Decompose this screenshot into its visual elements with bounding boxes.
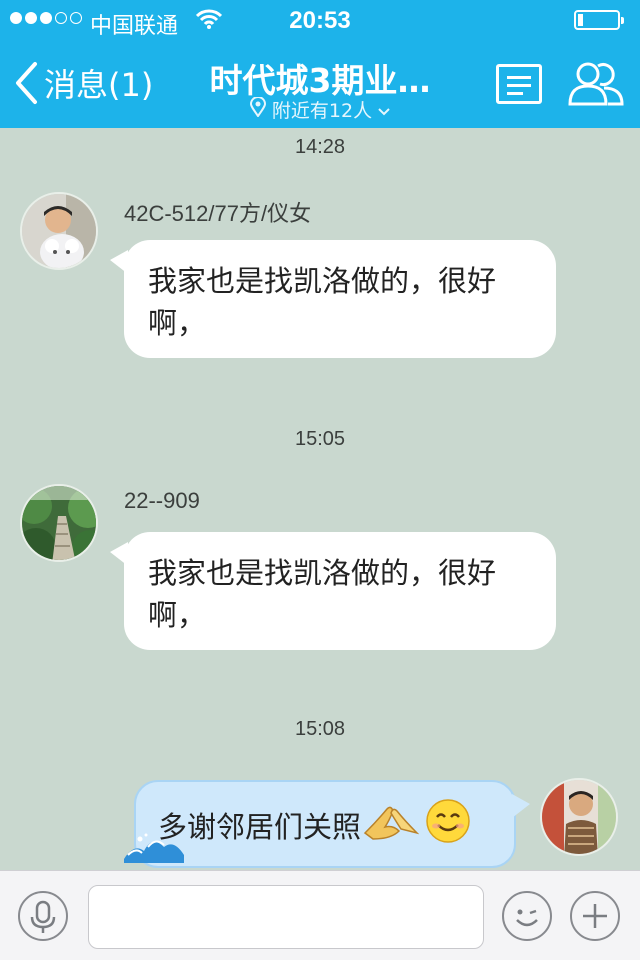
message-text: 多谢邻居们关照 bbox=[158, 809, 362, 844]
microphone-icon[interactable] bbox=[18, 891, 68, 941]
chevron-down-icon bbox=[378, 99, 390, 121]
avatar[interactable] bbox=[20, 484, 98, 562]
input-bar bbox=[0, 870, 640, 960]
message-text-line: 我家也是找凯洛做的，很好 bbox=[148, 264, 497, 298]
status-bar: 中国联通 20:53 bbox=[0, 0, 640, 40]
plus-icon[interactable] bbox=[570, 891, 620, 941]
battery-icon bbox=[574, 10, 624, 30]
wave-bubble-decoration-icon bbox=[124, 829, 184, 870]
group-people-icon[interactable] bbox=[568, 60, 624, 112]
message-bubble[interactable]: 我家也是找凯洛做的，很好 啊， bbox=[110, 532, 556, 650]
message-bubble-own[interactable]: 多谢邻居们关照 bbox=[124, 780, 530, 868]
chat-title[interactable]: 时代城3期业… bbox=[0, 54, 640, 102]
message-input[interactable] bbox=[88, 885, 484, 949]
smiling-face-emoji bbox=[425, 798, 471, 855]
palms-together-emoji bbox=[363, 801, 420, 852]
message-text-line: 啊， bbox=[148, 598, 207, 632]
sender-name: 42C-512/77方/仪女 bbox=[124, 201, 312, 226]
status-time: 20:53 bbox=[289, 7, 351, 34]
avatar[interactable] bbox=[540, 778, 618, 856]
location-pin-icon bbox=[249, 96, 266, 122]
nav-bar: 消息(1) 时代城3期业… 附近有12人 bbox=[0, 40, 640, 128]
smiley-icon[interactable] bbox=[502, 891, 552, 941]
message-text-line: 啊， bbox=[148, 306, 207, 340]
nearby-indicator[interactable]: 附近有12人 bbox=[0, 96, 640, 123]
avatar[interactable] bbox=[20, 192, 98, 270]
message-timestamp: 15:05 bbox=[294, 428, 346, 450]
chat-area[interactable]: 14:28 42C-512/77方/仪女 我家也是找凯洛做的，很好 啊， 15:… bbox=[0, 128, 640, 870]
sender-name: 22--909 bbox=[124, 488, 200, 513]
message-bubble[interactable]: 我家也是找凯洛做的，很好 啊， bbox=[110, 240, 556, 358]
menu-lines-icon[interactable] bbox=[496, 64, 542, 104]
message-timestamp: 15:08 bbox=[294, 718, 346, 740]
message-text-line: 我家也是找凯洛做的，很好 bbox=[148, 556, 497, 590]
message-timestamp: 14:28 bbox=[294, 136, 346, 158]
nearby-count: 附近有12人 bbox=[271, 100, 373, 122]
